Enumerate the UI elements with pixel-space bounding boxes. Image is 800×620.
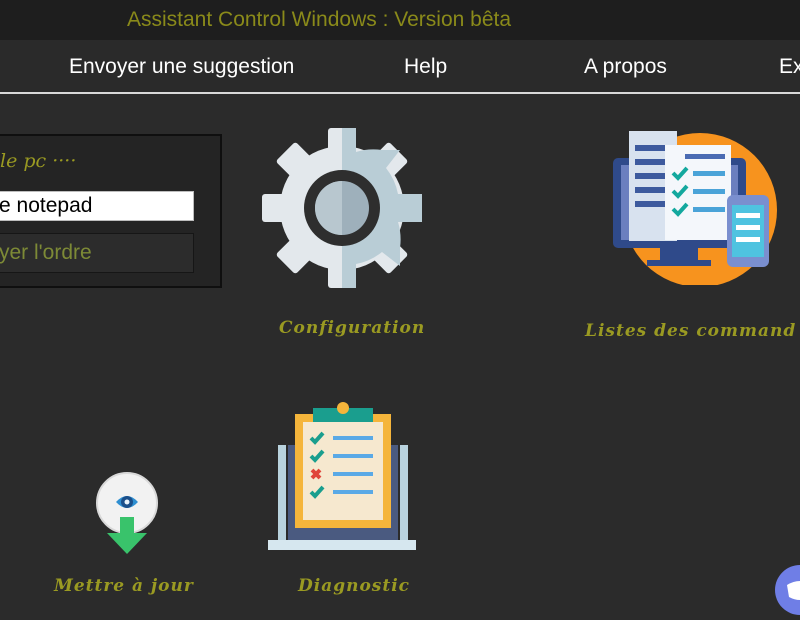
command-list-tile[interactable]: Listes des command [585,125,800,350]
clipboard-checklist-icon [268,402,416,550]
update-download-icon [96,472,158,554]
diagnostic-label: Diagnostic [298,576,411,596]
command-list-label: Listes des command [585,321,797,341]
discord-logo-icon [787,581,800,600]
gear-icon [262,128,422,288]
discord-icon[interactable] [775,565,800,615]
menu-item-exit[interactable]: Ex [779,55,800,79]
menu-item-about[interactable]: A propos [584,55,667,79]
configuration-label: Configuration [279,318,426,338]
menu-item-suggestion[interactable]: Envoyer une suggestion [69,55,294,79]
command-panel: le pc ···· yer l'ordre [0,134,222,288]
title-bar: Assistant Control Windows : Version bêta [0,0,800,40]
window-title: Assistant Control Windows : Version bêta [127,8,512,31]
menu-item-help[interactable]: Help [404,55,447,79]
menu-bar: Envoyer une suggestion Help A propos Ex [0,40,800,94]
command-input[interactable] [0,191,194,221]
update-label: Mettre à jour [54,576,194,596]
configuration-tile[interactable]: Configuration [255,125,430,345]
diagnostic-tile[interactable]: Diagnostic [268,400,418,600]
command-list-icon [613,131,777,287]
update-tile[interactable]: Mettre à jour [50,470,215,600]
command-panel-label: le pc ···· [0,150,77,172]
send-command-button[interactable]: yer l'ordre [0,233,194,273]
